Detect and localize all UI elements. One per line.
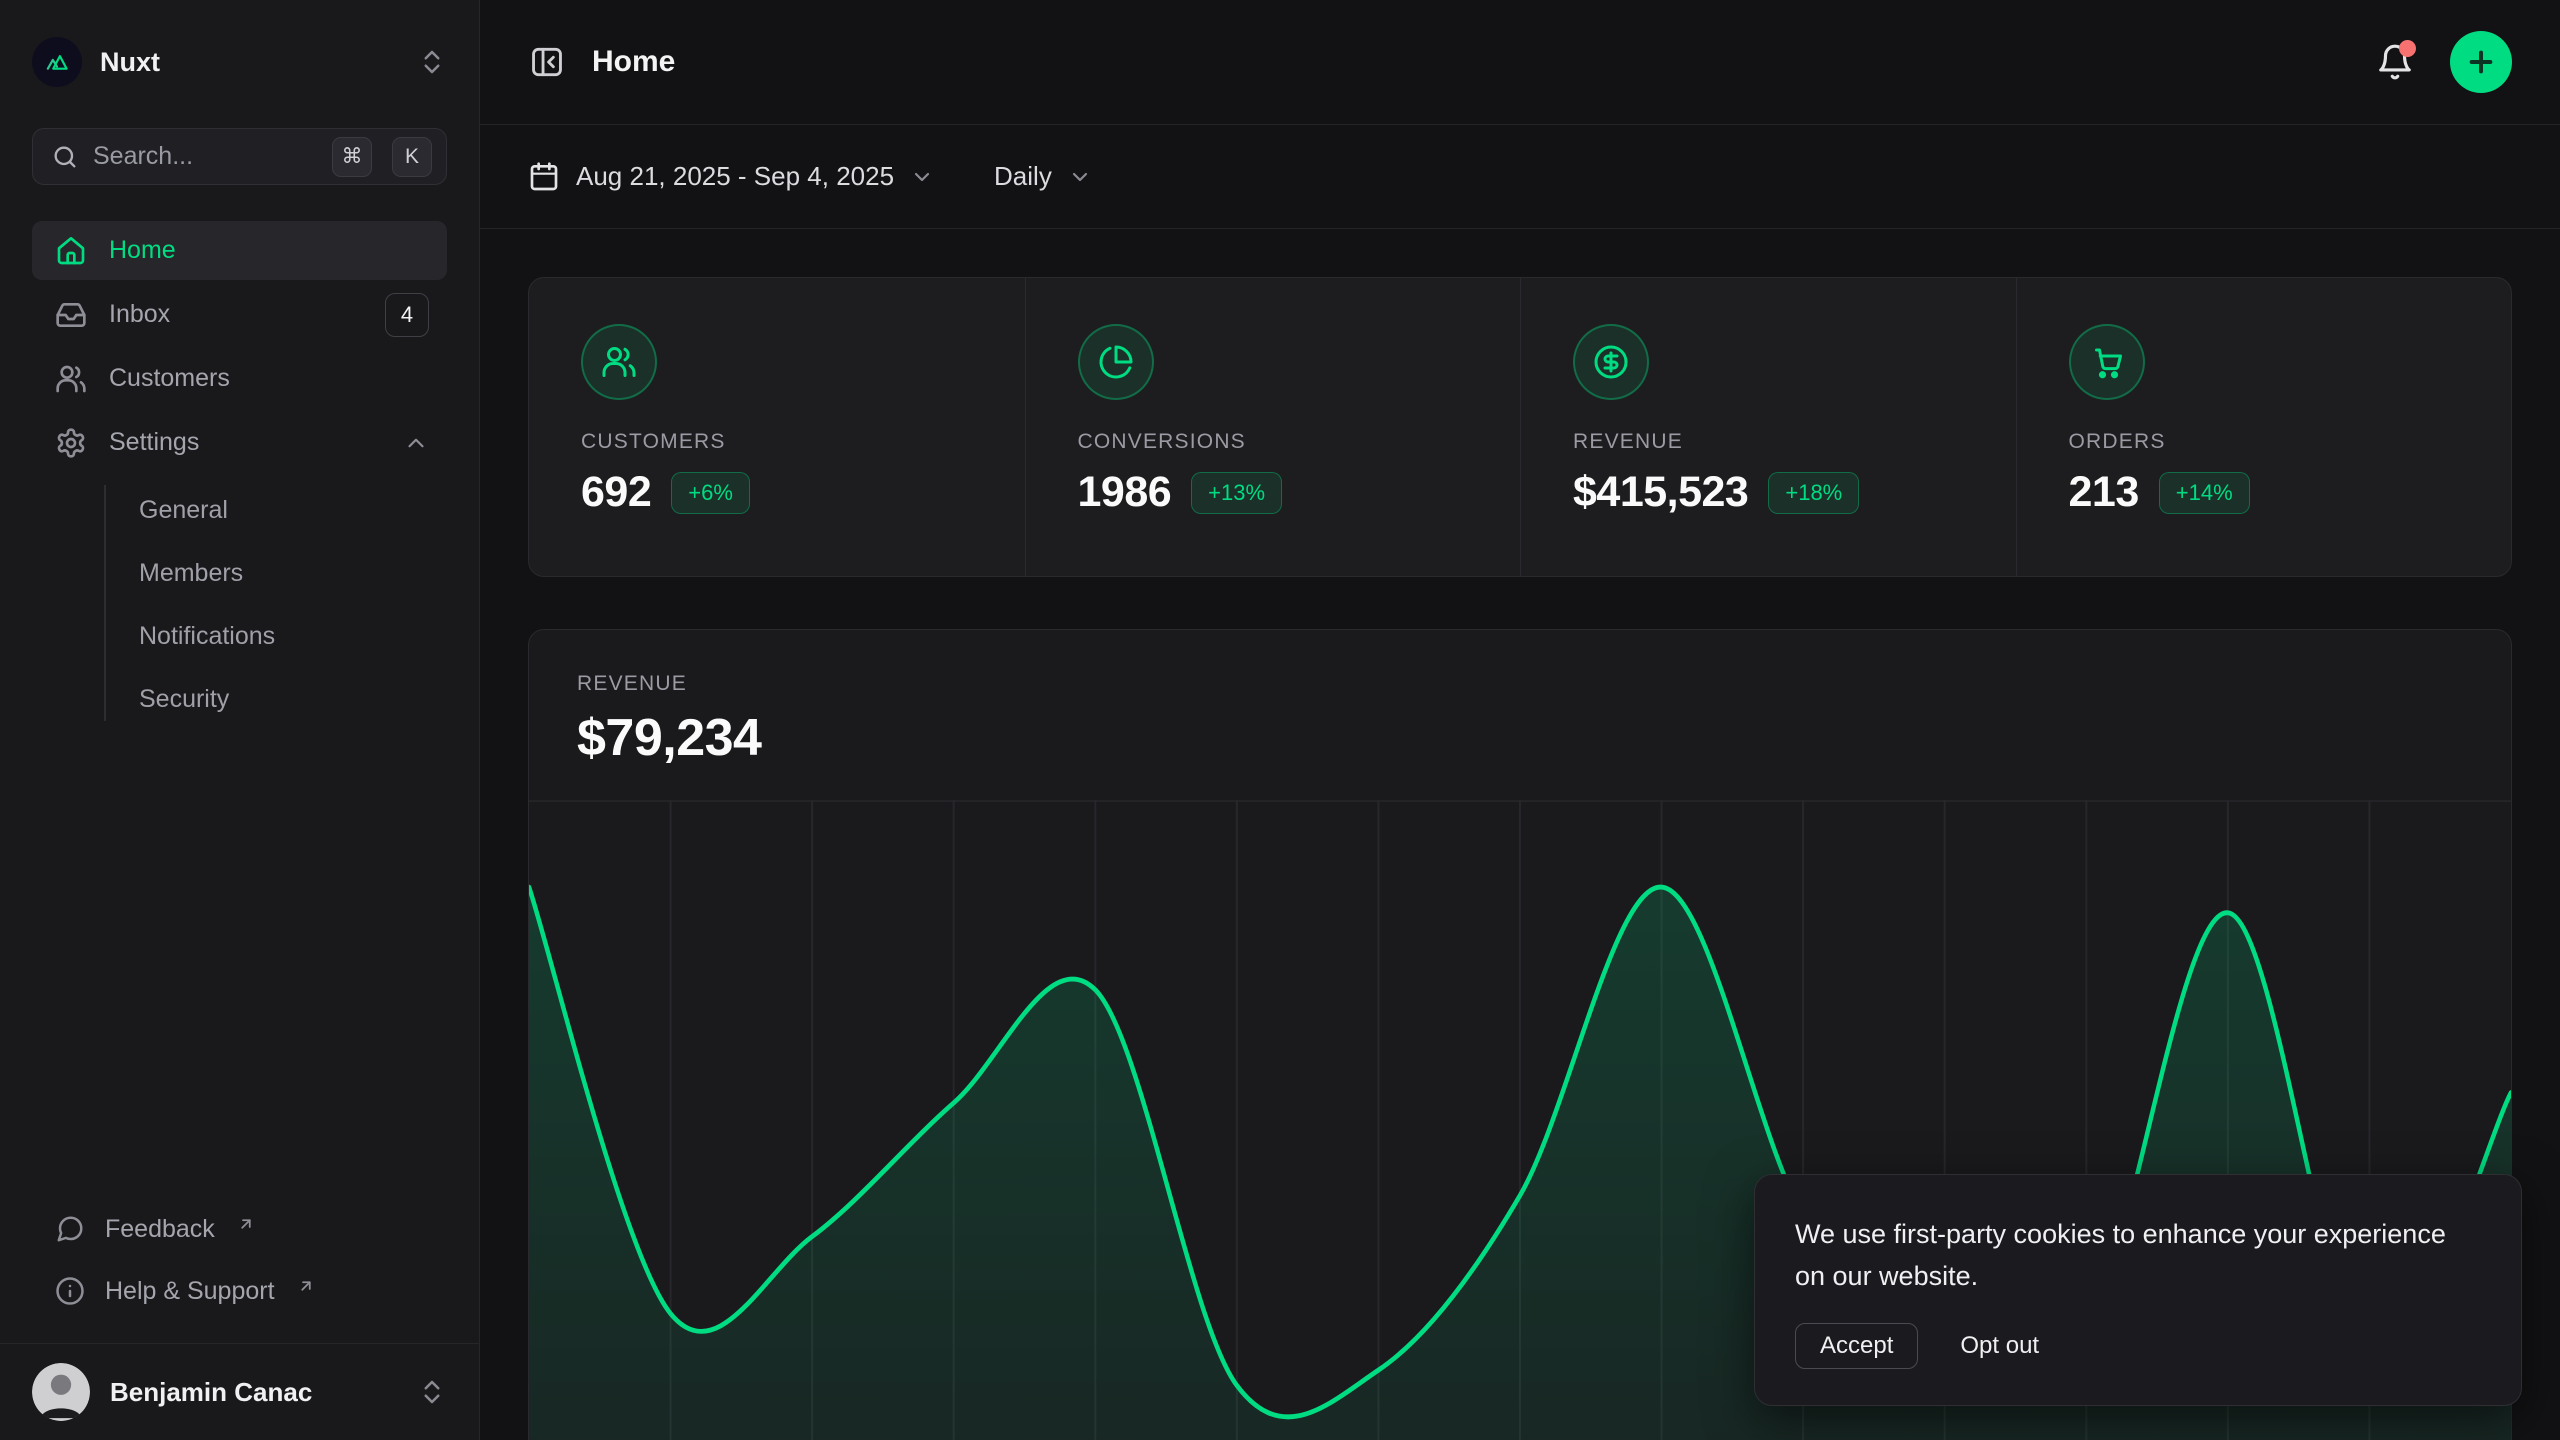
sidebar-nav: Home Inbox 4 Customers [32, 221, 447, 731]
help-support-link[interactable]: Help & Support [32, 1263, 447, 1319]
nuxt-logo-icon [32, 37, 82, 87]
workspace-switcher[interactable]: Nuxt [32, 34, 447, 90]
stat-value: 1986 [1078, 468, 1172, 517]
stat-customers[interactable]: CUSTOMERS 692 +6% [529, 278, 1025, 576]
notification-dot [2399, 40, 2416, 57]
sidebar-item-label: Customers [109, 364, 230, 393]
search-icon [51, 143, 79, 171]
user-menu[interactable]: Benjamin Canac [0, 1343, 479, 1440]
inbox-icon [55, 299, 87, 331]
stat-conversions[interactable]: CONVERSIONS 1986 +13% [1025, 278, 1521, 576]
opt-out-button[interactable]: Opt out [1960, 1332, 2039, 1360]
footer-link-label: Help & Support [105, 1277, 275, 1306]
sidebar-spacer [0, 731, 479, 1201]
chat-bubble-icon [55, 1214, 85, 1244]
cart-icon [2069, 324, 2145, 400]
revenue-chart-label: REVENUE [577, 672, 2463, 696]
search-input[interactable] [93, 142, 318, 171]
kbd-cmd: ⌘ [332, 137, 372, 177]
chevron-up-icon [403, 430, 429, 456]
cookie-message: We use first-party cookies to enhance yo… [1795, 1213, 2481, 1297]
info-circle-icon [55, 1276, 85, 1306]
stat-revenue[interactable]: REVENUE $415,523 +18% [1520, 278, 2016, 576]
stat-change-badge: +6% [671, 472, 750, 514]
stat-value: $415,523 [1573, 468, 1748, 517]
sidebar-item-label: Home [109, 236, 176, 265]
granularity-select[interactable]: Daily [994, 161, 1092, 192]
external-link-icon [237, 1211, 255, 1240]
topbar: Home [480, 0, 2560, 125]
sidebar-item-home[interactable]: Home [32, 221, 447, 280]
chevron-down-icon [1068, 165, 1092, 189]
settings-subnav: General Members Notifications Security [64, 479, 415, 731]
cookie-consent-toast: We use first-party cookies to enhance yo… [1754, 1174, 2522, 1406]
stat-label: ORDERS [2069, 430, 2460, 454]
users-icon [581, 324, 657, 400]
collapse-sidebar-button[interactable] [528, 43, 566, 81]
sidebar-item-label: Inbox [109, 300, 170, 329]
feedback-link[interactable]: Feedback [32, 1201, 447, 1257]
filter-bar: Aug 21, 2025 - Sep 4, 2025 Daily [480, 125, 2560, 229]
calendar-icon [528, 161, 560, 193]
inbox-count-badge: 4 [385, 293, 429, 337]
page-title: Home [592, 45, 675, 79]
sidebar-item-inbox[interactable]: Inbox 4 [32, 285, 447, 344]
stat-label: CUSTOMERS [581, 430, 973, 454]
footer-link-label: Feedback [105, 1215, 215, 1244]
sidebar-item-label: Settings [109, 428, 199, 457]
sidebar-item-notifications[interactable]: Notifications [64, 605, 415, 668]
date-range-value: Aug 21, 2025 - Sep 4, 2025 [576, 161, 894, 192]
user-name: Benjamin Canac [110, 1377, 312, 1408]
search-box[interactable]: ⌘ K [32, 128, 447, 185]
chevrons-up-down-icon [417, 1377, 447, 1407]
sidebar: Nuxt ⌘ K Home [0, 0, 480, 1440]
sidebar-item-settings[interactable]: Settings [32, 413, 447, 472]
sidebar-item-customers[interactable]: Customers [32, 349, 447, 408]
users-icon [55, 363, 87, 395]
stat-change-badge: +13% [1191, 472, 1282, 514]
stat-orders[interactable]: ORDERS 213 +14% [2016, 278, 2512, 576]
accept-cookies-button[interactable]: Accept [1795, 1323, 1918, 1369]
add-button[interactable] [2450, 31, 2512, 93]
kbd-k: K [392, 137, 432, 177]
chevrons-up-down-icon [417, 47, 447, 77]
avatar [32, 1363, 90, 1421]
sidebar-item-security[interactable]: Security [64, 668, 415, 731]
granularity-value: Daily [994, 161, 1052, 192]
sidebar-footer-links: Feedback Help & Support [32, 1201, 447, 1319]
dollar-circle-icon [1573, 324, 1649, 400]
main-area: Home Au [480, 0, 2560, 1440]
stat-change-badge: +14% [2159, 472, 2250, 514]
gear-icon [55, 427, 87, 459]
revenue-chart-value: $79,234 [577, 708, 2463, 768]
stat-value: 213 [2069, 468, 2139, 517]
external-link-icon [297, 1273, 315, 1302]
date-range-select[interactable]: Aug 21, 2025 - Sep 4, 2025 [528, 161, 934, 193]
stat-change-badge: +18% [1768, 472, 1859, 514]
chevron-down-icon [910, 165, 934, 189]
stats-card: CUSTOMERS 692 +6% CONVERSIONS 1986 +13% [528, 277, 2512, 577]
home-icon [55, 235, 87, 267]
notifications-button[interactable] [2376, 43, 2414, 81]
workspace-name: Nuxt [100, 47, 160, 78]
stat-label: REVENUE [1573, 430, 1964, 454]
pie-chart-icon [1078, 324, 1154, 400]
sidebar-item-general[interactable]: General [64, 479, 415, 542]
stat-value: 692 [581, 468, 651, 517]
sidebar-item-members[interactable]: Members [64, 542, 415, 605]
stat-label: CONVERSIONS [1078, 430, 1469, 454]
